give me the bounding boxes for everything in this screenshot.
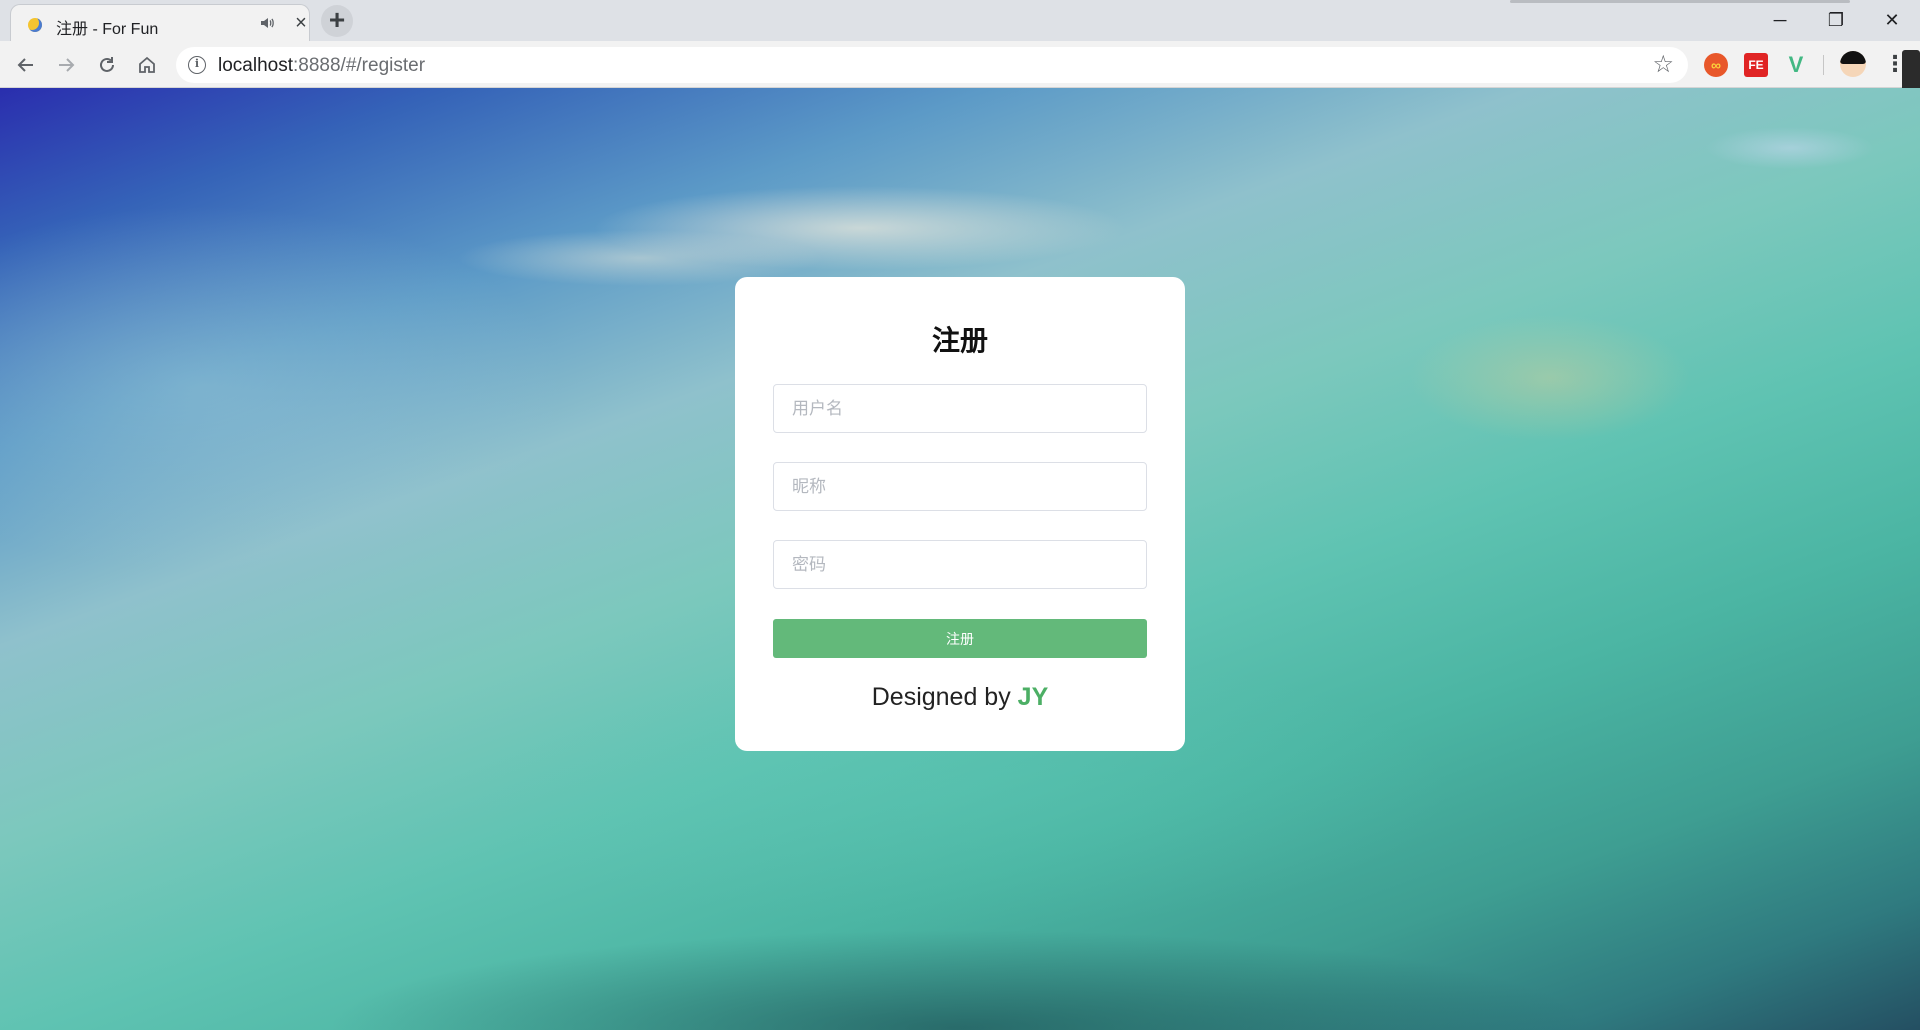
profile-avatar[interactable]	[1840, 51, 1866, 77]
credit-author: JY	[1017, 683, 1049, 711]
arrow-right-icon	[59, 58, 75, 72]
page-background: 注册 注册 Designed by JY	[0, 88, 1920, 1030]
back-button[interactable]	[10, 49, 42, 81]
infinity-extension-icon[interactable]: ∞	[1704, 53, 1728, 77]
vue-devtools-extension-icon[interactable]: V	[1784, 52, 1808, 77]
fe-helper-extension-icon[interactable]: FE	[1744, 53, 1768, 77]
tab-register[interactable]: 注册 - For Fun ×	[10, 4, 310, 41]
url-host: localhost	[218, 55, 293, 76]
restore-button[interactable]: ❐	[1808, 0, 1864, 41]
tab-close-icon[interactable]: ×	[291, 13, 311, 33]
tab-title: 注册 - For Fun	[56, 21, 159, 38]
register-button[interactable]: 注册	[773, 619, 1147, 658]
designer-credit: Designed by JY	[735, 683, 1185, 712]
address-bar[interactable]: i localhost:8888/#/register ☆	[176, 47, 1688, 83]
register-card: 注册 注册 Designed by JY	[735, 277, 1185, 751]
info-icon[interactable]: i	[188, 56, 206, 74]
username-input[interactable]	[773, 384, 1147, 433]
window-controls: ─ ❐ ✕	[1752, 0, 1920, 41]
new-tab-button[interactable]: +	[321, 5, 353, 37]
forward-button[interactable]	[50, 49, 82, 81]
url-path: :8888/#/register	[293, 55, 426, 76]
close-window-button[interactable]: ✕	[1864, 0, 1920, 41]
nickname-input[interactable]	[773, 462, 1147, 511]
bookmark-star-icon[interactable]: ☆	[1652, 52, 1674, 78]
reload-icon	[100, 57, 114, 72]
site-favicon-icon	[28, 18, 42, 32]
menu-dots-icon[interactable]: ⋮	[1884, 53, 1906, 77]
password-input[interactable]	[773, 540, 1147, 589]
browser-toolbar: i localhost:8888/#/register ☆ ∞ FE V ⋮	[0, 41, 1920, 88]
home-button[interactable]	[131, 49, 163, 81]
home-icon	[139, 56, 155, 73]
url-text[interactable]: localhost:8888/#/register	[218, 55, 425, 77]
minimize-button[interactable]: ─	[1752, 0, 1808, 41]
page-title: 注册	[931, 325, 988, 356]
reload-button[interactable]	[91, 49, 123, 81]
credit-prefix: Designed by	[871, 683, 1018, 711]
browser-window: 注册 - For Fun × + ─ ❐ ✕ i localhost:8888/…	[0, 0, 1920, 1030]
toolbar-divider	[1823, 55, 1824, 75]
arrow-left-icon	[17, 58, 33, 72]
tab-strip: 注册 - For Fun × + ─ ❐ ✕	[0, 0, 1920, 41]
speaker-icon[interactable]	[258, 14, 276, 32]
